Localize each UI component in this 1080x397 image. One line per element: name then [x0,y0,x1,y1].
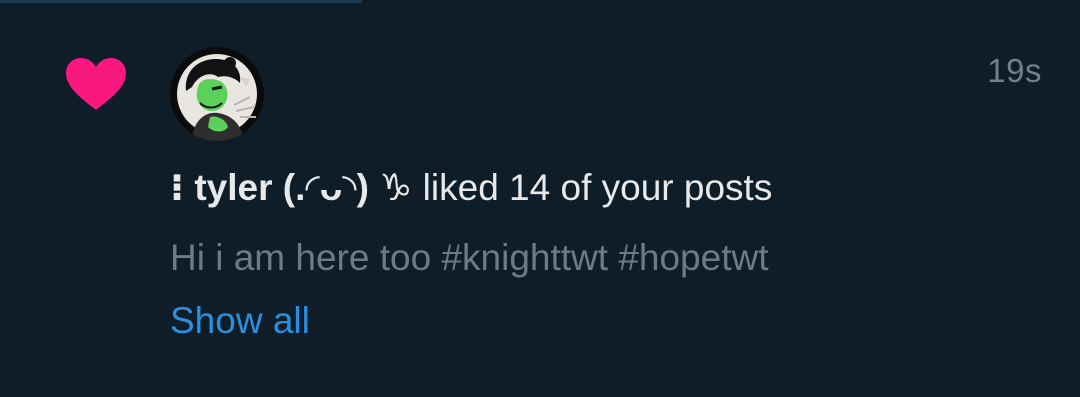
avatar[interactable] [170,47,264,141]
heart-icon [66,58,126,110]
timestamp: 19s [987,52,1042,89]
avatar-image [170,47,264,141]
show-all-link[interactable]: Show all [170,299,310,343]
like-notification[interactable]: 19s ⁝ tyler (.◜ᴗ◝) ♑︎ liked 14 of your p… [0,0,1080,397]
post-preview-text[interactable]: Hi i am here too #knighttwt #hopetwt [170,236,769,280]
user-name-link[interactable]: ⁝ tyler (.◜ᴗ◝) ♑︎ [170,167,412,208]
top-divider [0,0,362,3]
notification-headline: ⁝ tyler (.◜ᴗ◝) ♑︎ liked 14 of your posts [170,166,772,210]
action-text: liked 14 of your posts [412,167,773,208]
